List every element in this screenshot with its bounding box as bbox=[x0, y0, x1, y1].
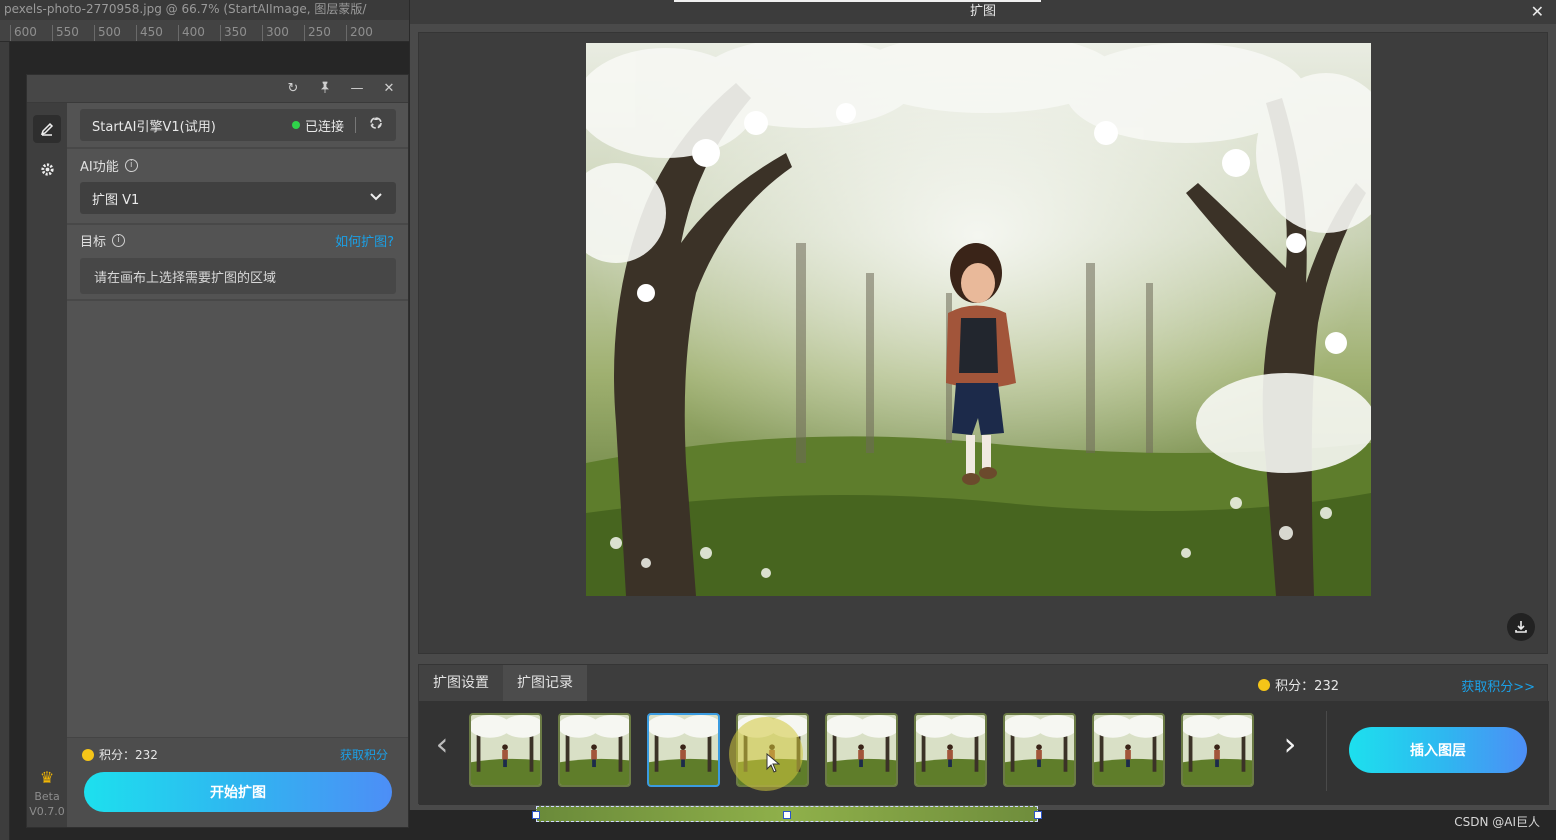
close-icon[interactable]: ✕ bbox=[1531, 0, 1544, 24]
target-label-row: 目标 i bbox=[80, 231, 126, 250]
ai-function-value: 扩图 V1 bbox=[92, 192, 140, 208]
startai-panel: ↻ — ✕ ♛ Beta V0.7.0 StartAI引擎V1(试用) 已连接 bbox=[26, 74, 409, 828]
separator bbox=[1326, 711, 1327, 791]
reconnect-icon[interactable] bbox=[368, 115, 384, 135]
points-text: 积分：232 bbox=[99, 748, 158, 762]
get-points-link[interactable]: 获取积分 bbox=[340, 746, 388, 763]
panel-sidebar: ♛ Beta V0.7.0 bbox=[27, 103, 67, 827]
target-label: 目标 bbox=[80, 235, 107, 250]
history-thumb-7[interactable] bbox=[1003, 713, 1076, 787]
divider bbox=[67, 147, 408, 149]
points-text: 积分：232 bbox=[1275, 679, 1339, 694]
history-thumb-2[interactable] bbox=[558, 713, 631, 787]
chevron-left-icon[interactable]: ‹ bbox=[427, 725, 457, 763]
ruler-tick: 300 bbox=[262, 25, 304, 41]
coin-icon bbox=[82, 748, 94, 761]
resize-handle[interactable] bbox=[1034, 811, 1042, 819]
refresh-icon[interactable]: ↻ bbox=[284, 81, 302, 96]
beta-label: Beta bbox=[34, 790, 60, 803]
close-icon[interactable]: ✕ bbox=[380, 81, 398, 96]
history-thumb-8[interactable] bbox=[1092, 713, 1165, 787]
download-icon[interactable] bbox=[1507, 613, 1535, 641]
history-thumb-5[interactable] bbox=[825, 713, 898, 787]
history-thumb-4[interactable] bbox=[736, 713, 809, 787]
status-dot-icon bbox=[291, 121, 300, 129]
start-outpaint-button[interactable]: 开始扩图 bbox=[84, 772, 392, 812]
edit-icon[interactable] bbox=[33, 115, 61, 143]
ruler-tick: 250 bbox=[304, 25, 346, 41]
panel-main: StartAI引擎V1(试用) 已连接 AI功能 i 扩图 V1 目标 i 如何… bbox=[67, 103, 408, 827]
history-thumb-9[interactable] bbox=[1181, 713, 1254, 787]
chevron-down-icon bbox=[370, 190, 382, 204]
ruler-tick: 500 bbox=[94, 25, 136, 41]
resize-handle[interactable] bbox=[532, 811, 540, 819]
divider bbox=[67, 299, 408, 301]
canvas-selection[interactable] bbox=[532, 806, 1042, 822]
status-text: 已连接 bbox=[304, 119, 344, 135]
tab-outpaint-history[interactable]: 扩图记录 bbox=[503, 665, 587, 701]
watermark: CSDN @AI巨人 bbox=[1454, 815, 1540, 829]
vertical-ruler bbox=[0, 42, 10, 840]
connection-status: 已连接 bbox=[291, 109, 344, 141]
history-strip: ‹ › 插入图层 bbox=[419, 701, 1549, 805]
pin-icon[interactable] bbox=[316, 81, 334, 97]
document-title: pexels-photo-2770958.jpg @ 66.7% (StartA… bbox=[0, 0, 410, 20]
how-to-outpaint-link[interactable]: 如何扩图? bbox=[335, 231, 394, 250]
info-icon[interactable]: i bbox=[124, 159, 138, 172]
modal-tabs: 扩图设置 扩图记录 bbox=[419, 665, 587, 701]
history-thumbnails bbox=[469, 713, 1269, 787]
points-display: 积分：232 bbox=[82, 746, 158, 763]
gear-icon[interactable] bbox=[33, 155, 61, 183]
minimize-icon[interactable]: — bbox=[348, 81, 366, 96]
preview-image bbox=[586, 43, 1371, 596]
crown-icon[interactable]: ♛ bbox=[27, 770, 67, 786]
history-thumb-6[interactable] bbox=[914, 713, 987, 787]
separator bbox=[355, 117, 356, 133]
panel-topbar: ↻ — ✕ bbox=[27, 75, 408, 103]
outpaint-modal: 扩图 ✕ 扩图设置 扩图记录 积分：232 获取积分>> ‹ › 插入图层 bbox=[409, 0, 1556, 810]
ai-function-label: AI功能 bbox=[80, 160, 119, 175]
modal-title: 扩图 bbox=[969, 4, 996, 19]
resize-handle[interactable] bbox=[783, 811, 791, 819]
ai-function-label-row: AI功能 i bbox=[80, 156, 138, 175]
chevron-right-icon[interactable]: › bbox=[1275, 725, 1305, 763]
ruler-tick: 450 bbox=[136, 25, 178, 41]
version-info: ♛ Beta V0.7.0 bbox=[27, 770, 67, 819]
title-highlight bbox=[674, 0, 1041, 2]
info-icon[interactable]: i bbox=[112, 234, 126, 247]
engine-name: StartAI引擎V1(试用) bbox=[92, 119, 216, 135]
ruler-tick: 550 bbox=[52, 25, 94, 41]
engine-selector[interactable]: StartAI引擎V1(试用) 已连接 bbox=[80, 109, 396, 141]
coin-icon bbox=[1258, 678, 1271, 691]
version-label: V0.7.0 bbox=[29, 805, 65, 818]
insert-layer-button[interactable]: 插入图层 bbox=[1349, 727, 1527, 773]
get-points-link[interactable]: 获取积分>> bbox=[1461, 676, 1535, 695]
ruler-tick: 600 bbox=[10, 25, 52, 41]
horizontal-ruler: 600 550 500 450 400 350 300 250 200 bbox=[0, 20, 410, 42]
preview-area bbox=[418, 32, 1548, 654]
ruler-tick: 200 bbox=[346, 25, 388, 41]
target-area-field[interactable]: 请在画布上选择需要扩图的区域 bbox=[80, 258, 396, 294]
divider bbox=[67, 223, 408, 225]
history-thumb-1[interactable] bbox=[469, 713, 542, 787]
history-thumb-3[interactable] bbox=[647, 713, 720, 787]
panel-footer: 积分：232 获取积分 开始扩图 bbox=[67, 737, 408, 827]
ruler-tick: 350 bbox=[220, 25, 262, 41]
points-display: 积分：232 bbox=[1258, 675, 1339, 694]
modal-titlebar: 扩图 ✕ bbox=[410, 0, 1556, 24]
history-section: 扩图设置 扩图记录 积分：232 获取积分>> ‹ › 插入图层 bbox=[418, 664, 1549, 805]
ruler-tick: 400 bbox=[178, 25, 220, 41]
tab-outpaint-settings[interactable]: 扩图设置 bbox=[419, 665, 503, 701]
ai-function-select[interactable]: 扩图 V1 bbox=[80, 182, 396, 214]
